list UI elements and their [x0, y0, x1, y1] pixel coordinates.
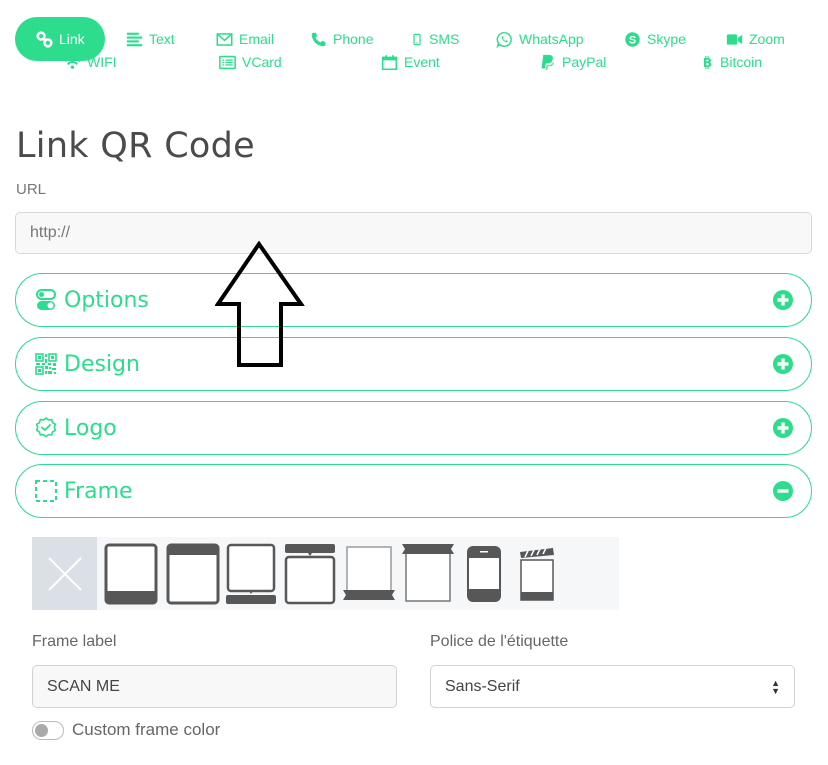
tab-label: WIFI: [87, 54, 117, 70]
frame-option-bottom-bar[interactable]: [97, 537, 164, 610]
frame-label-input[interactable]: [32, 665, 397, 708]
frame-top-tab-icon: [284, 543, 336, 604]
url-input[interactable]: [15, 212, 812, 254]
accordion-frame[interactable]: Frame: [15, 464, 812, 518]
tab-label: Text: [149, 31, 175, 47]
accordion-options[interactable]: Options: [15, 273, 812, 327]
frame-option-phone[interactable]: [456, 537, 512, 610]
svg-text:S: S: [629, 34, 636, 46]
frame-option-bottom-ribbon[interactable]: [338, 537, 400, 610]
tab-label: SMS: [429, 31, 460, 47]
bitcoin-icon: B: [703, 55, 712, 70]
wifi-icon: [64, 56, 81, 69]
tab-label: Skype: [647, 31, 686, 47]
minus-circle-icon[interactable]: [773, 481, 793, 501]
accordion-label: Design: [64, 351, 140, 377]
frame-top-ribbon-icon: [402, 543, 454, 602]
frame-option-bottom-tab[interactable]: [222, 537, 282, 610]
frame-bottom-bar-icon: [104, 543, 157, 604]
accordion-label: Options: [64, 287, 149, 313]
accordion-logo[interactable]: Logo: [15, 401, 812, 455]
frame-option-top-tab[interactable]: [282, 537, 338, 610]
frame-option-top-ribbon[interactable]: [400, 537, 456, 610]
select-arrows-icon: ▲ ▼: [771, 677, 780, 696]
frame-phone-icon: [467, 545, 501, 602]
frame-option-clapperboard[interactable]: [512, 537, 562, 610]
badge-check-icon: [35, 417, 57, 438]
frame-top-bar-icon: [166, 543, 220, 604]
plus-circle-icon[interactable]: [773, 290, 793, 310]
frame-bottom-tab-icon: [226, 543, 276, 604]
text-lines-icon: [126, 32, 143, 46]
tab-label: Event: [404, 54, 440, 70]
tab-wifi[interactable]: WIFI: [64, 40, 117, 84]
page-title: Link QR Code: [16, 126, 255, 166]
label-font-select[interactable]: Sans-Serif ▲ ▼: [430, 665, 795, 708]
custom-frame-color-toggle[interactable]: Custom frame color: [32, 720, 220, 740]
frame-option-top-bar[interactable]: [164, 537, 222, 610]
frame-bottom-ribbon-icon: [343, 545, 395, 600]
skype-icon: S: [625, 31, 640, 47]
whatsapp-icon: [496, 31, 512, 48]
plus-circle-icon[interactable]: [773, 418, 793, 438]
tab-label: PayPal: [562, 54, 607, 70]
frame-clapperboard-icon: [520, 547, 554, 601]
accordion-label: Logo: [64, 415, 117, 441]
tab-paypal[interactable]: PayPal: [539, 40, 606, 84]
dashed-frame-icon: [35, 480, 57, 502]
tab-label: Phone: [333, 31, 374, 47]
toggle-switch[interactable]: [32, 720, 64, 740]
paypal-icon: [541, 54, 554, 70]
label-font-value: Sans-Serif: [445, 677, 520, 695]
frame-label-label: Frame label: [32, 633, 117, 650]
vcard-icon: [219, 55, 236, 69]
tab-vcard[interactable]: VCard: [219, 40, 282, 84]
tab-event[interactable]: Event: [381, 40, 440, 84]
tab-bitcoin[interactable]: B Bitcoin: [701, 40, 762, 84]
plus-circle-icon[interactable]: [773, 354, 793, 374]
tab-label: VCard: [242, 54, 282, 70]
phone-icon: [311, 32, 326, 46]
qr-code-icon: [35, 353, 57, 375]
frame-style-picker: [32, 537, 619, 610]
frame-option-none[interactable]: [32, 537, 97, 610]
label-font-label: Police de l'étiquette: [430, 633, 569, 650]
close-icon: [47, 556, 82, 591]
tab-label: Bitcoin: [720, 54, 763, 70]
toggle-knob: [35, 723, 48, 737]
custom-frame-color-label: Custom frame color: [72, 720, 221, 739]
tab-skype[interactable]: S Skype: [610, 17, 710, 61]
link-icon: [36, 30, 53, 48]
toggles-icon: [36, 289, 56, 310]
calendar-icon: [381, 54, 398, 70]
accordion-label: Frame: [64, 478, 133, 504]
accordion-design[interactable]: Design: [15, 337, 812, 391]
tab-text[interactable]: Text: [105, 17, 195, 61]
url-label: URL: [16, 181, 47, 198]
